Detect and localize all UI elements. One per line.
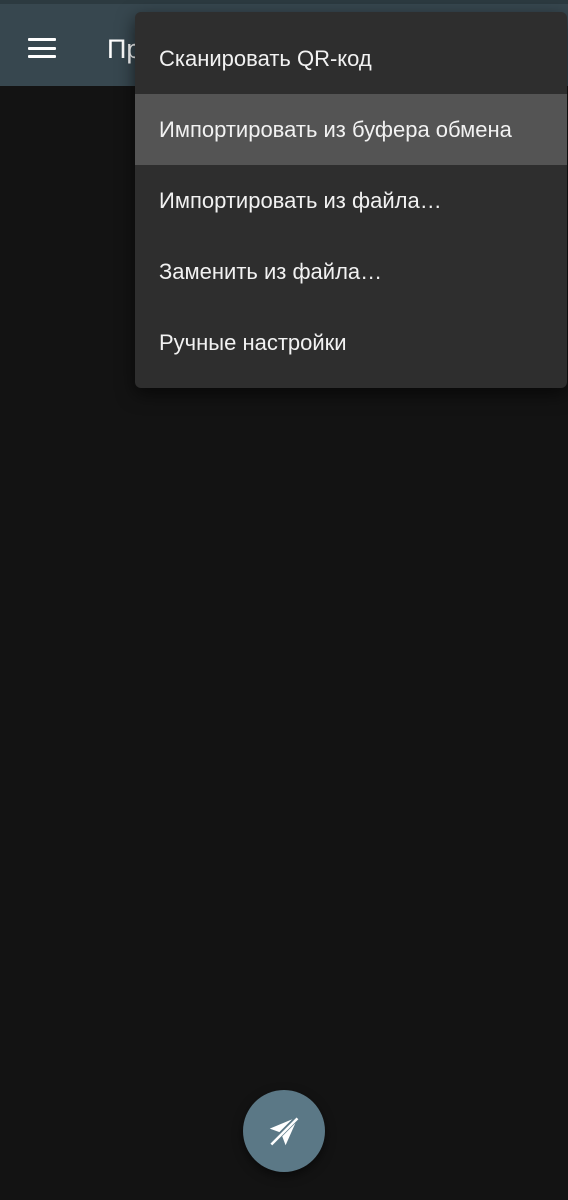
navigation-menu-button[interactable] bbox=[20, 26, 64, 70]
app-screen: Пр Сканировать QR-код Импортировать из б… bbox=[0, 0, 568, 1200]
menu-item-manual-settings[interactable]: Ручные настройки bbox=[135, 307, 567, 378]
hamburger-menu-icon bbox=[28, 38, 56, 58]
paper-plane-off-icon bbox=[267, 1114, 301, 1148]
menu-item-import-file[interactable]: Импортировать из файла… bbox=[135, 165, 567, 236]
menu-item-replace-from-file[interactable]: Заменить из файла… bbox=[135, 236, 567, 307]
menu-item-scan-qr[interactable]: Сканировать QR-код bbox=[135, 23, 567, 94]
overflow-popup-menu: Сканировать QR-код Импортировать из буфе… bbox=[135, 12, 567, 388]
connect-fab-button[interactable] bbox=[243, 1090, 325, 1172]
menu-item-import-clipboard[interactable]: Импортировать из буфера обмена bbox=[135, 94, 567, 165]
